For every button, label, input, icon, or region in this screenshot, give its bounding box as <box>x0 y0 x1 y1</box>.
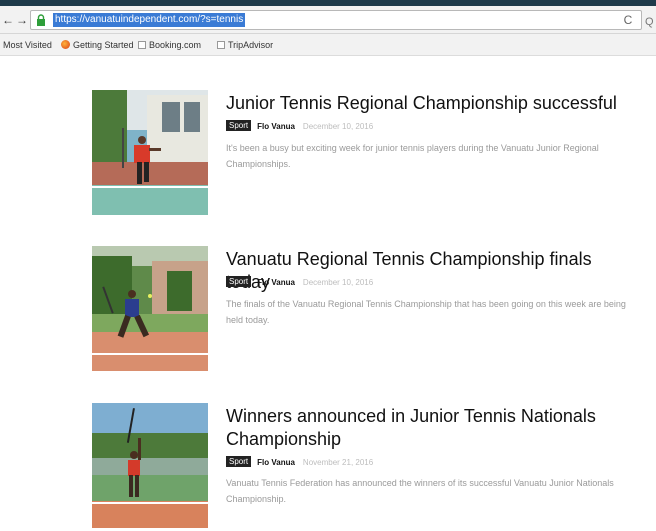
article-title[interactable]: Junior Tennis Regional Championship succ… <box>226 92 626 115</box>
bookmark-getting-started[interactable]: Getting Started <box>61 34 134 56</box>
post-date: December 10, 2016 <box>302 122 374 131</box>
author-name[interactable]: Flo Vanua <box>257 122 295 131</box>
article-meta: Sport Flo Vanua November 21, 2016 <box>226 456 373 468</box>
post-date: November 21, 2016 <box>302 458 374 467</box>
article-thumbnail[interactable] <box>92 246 208 371</box>
article-title[interactable]: Winners announced in Junior Tennis Natio… <box>226 405 626 451</box>
article-meta: Sport Flo Vanua December 10, 2016 <box>226 120 373 132</box>
bookmark-tripadvisor[interactable]: TripAdvisor <box>217 34 273 56</box>
address-bar[interactable]: https://vanuatuindependent.com/?s=tennis… <box>30 10 642 30</box>
author-name[interactable]: Flo Vanua <box>257 458 295 467</box>
article-excerpt: Vanuatu Tennis Federation has announced … <box>226 478 614 504</box>
post-date: December 10, 2016 <box>302 278 374 287</box>
page-icon <box>217 41 225 49</box>
bookmark-most-visited[interactable]: Most Visited <box>3 34 52 56</box>
bookmark-label: TripAdvisor <box>228 40 274 50</box>
article-excerpt: The finals of the Vanuatu Regional Tenni… <box>226 299 626 325</box>
category-badge[interactable]: Sport <box>226 276 252 287</box>
article-excerpt: It's been a busy but exciting week for j… <box>226 143 599 169</box>
forward-arrow-icon[interactable]: → <box>15 11 29 29</box>
reload-icon[interactable]: C <box>621 12 635 28</box>
article-thumbnail[interactable] <box>92 90 208 215</box>
back-arrow-icon[interactable]: ← <box>1 11 15 29</box>
article-thumbnail[interactable] <box>92 403 208 528</box>
category-badge[interactable]: Sport <box>226 120 252 131</box>
search-icon[interactable]: Q <box>645 15 656 29</box>
page-icon <box>138 41 146 49</box>
bookmark-label: Getting Started <box>73 40 134 50</box>
bookmark-label: Most Visited <box>3 40 52 50</box>
category-badge[interactable]: Sport <box>226 456 252 467</box>
article-meta: Sport Flo Vanua December 10, 2016 <box>226 276 373 288</box>
bookmarks-toolbar: Most Visited Getting Started Booking.com… <box>0 34 656 56</box>
browser-toolbar: ← → https://vanuatuindependent.com/?s=te… <box>0 6 656 34</box>
tennis-photo-image <box>92 246 208 371</box>
tennis-photo-image <box>92 403 208 528</box>
lock-icon <box>37 14 45 26</box>
url-text[interactable]: https://vanuatuindependent.com/?s=tennis <box>53 13 246 27</box>
firefox-icon <box>61 40 70 49</box>
tennis-photo-image <box>92 90 208 215</box>
author-name[interactable]: Flo Vanua <box>257 278 295 287</box>
bookmark-booking[interactable]: Booking.com <box>138 34 201 56</box>
bookmark-label: Booking.com <box>149 40 202 50</box>
